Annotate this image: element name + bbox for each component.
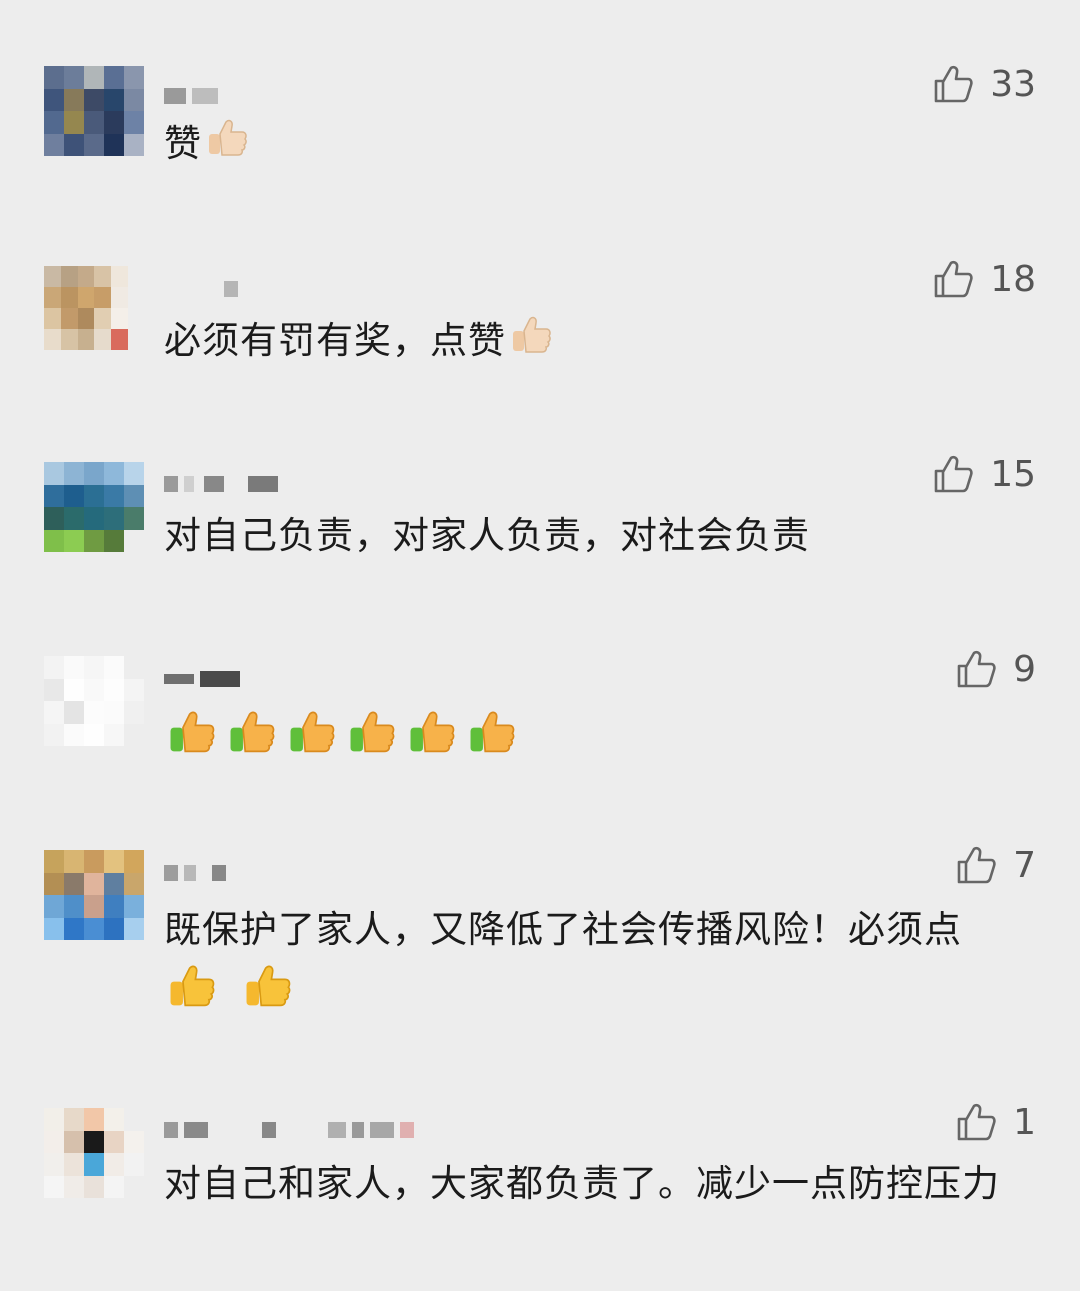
thumbs-up-emoji-icon xyxy=(410,711,455,753)
nickname-pixelated xyxy=(164,861,232,885)
thumbs-up-emoji-icon xyxy=(170,711,215,753)
nickname-pixelated xyxy=(164,667,246,691)
nickname-pixelated xyxy=(164,472,284,496)
thumbs-up-emoji-icon xyxy=(246,965,291,1007)
avatar[interactable] xyxy=(44,462,144,552)
like-count: 33 xyxy=(990,63,1036,105)
avatar[interactable] xyxy=(44,266,128,350)
like-button[interactable]: 18 xyxy=(932,257,1036,301)
thumbs-up-emoji-row xyxy=(164,711,524,759)
like-button[interactable]: 33 xyxy=(932,62,1036,106)
thumbs-up-outline-icon xyxy=(934,455,973,493)
thumbs-up-emoji-icon xyxy=(290,711,335,753)
thumbs-up-emoji-icon xyxy=(204,114,250,177)
avatar[interactable] xyxy=(44,850,144,940)
nickname-pixelated xyxy=(164,1118,420,1142)
thumbs-up-outline-icon xyxy=(934,260,973,298)
thumbs-up-emoji-icon xyxy=(350,711,395,753)
thumbs-up-outline-icon xyxy=(957,846,996,884)
like-count: 18 xyxy=(990,258,1036,300)
like-count: 9 xyxy=(1013,648,1036,690)
avatar[interactable] xyxy=(44,656,144,746)
like-count: 15 xyxy=(990,453,1036,495)
like-button[interactable]: 9 xyxy=(955,647,1036,691)
thumbs-up-emoji-icon xyxy=(470,711,515,753)
comment-item: 赞 33 xyxy=(0,0,1080,190)
like-count: 1 xyxy=(1013,1101,1036,1143)
comment-text xyxy=(164,705,1024,774)
like-button[interactable]: 7 xyxy=(955,843,1036,887)
thumbs-up-outline-icon xyxy=(934,65,973,103)
avatar[interactable] xyxy=(44,66,144,156)
nickname-pixelated xyxy=(164,84,224,108)
like-button[interactable]: 1 xyxy=(955,1100,1036,1144)
thumbs-up-emoji-icon xyxy=(508,311,554,374)
thumbs-up-emoji-icon xyxy=(170,965,215,1007)
thumbs-up-emoji-row xyxy=(164,965,300,1013)
thumbs-up-outline-icon xyxy=(957,650,996,688)
like-button[interactable]: 15 xyxy=(932,452,1036,496)
thumbs-up-emoji-icon xyxy=(230,711,275,753)
avatar[interactable] xyxy=(44,1108,144,1198)
comment-text: 对自己和家人，大家都负责了。减少一点防控压力 xyxy=(164,1162,1000,1205)
like-count: 7 xyxy=(1013,844,1036,886)
comment-text: 既保护了家人，又降低了社会传播风险！必须点 xyxy=(164,901,1024,1028)
thumbs-up-outline-icon xyxy=(957,1103,996,1141)
comment-text: 赞 xyxy=(164,114,1024,177)
nickname-pixelated xyxy=(164,277,244,301)
comment-text: 必须有罚有奖，点赞 xyxy=(164,311,1024,374)
comment-text: 对自己负责，对家人负责，对社会负责 xyxy=(164,514,810,557)
